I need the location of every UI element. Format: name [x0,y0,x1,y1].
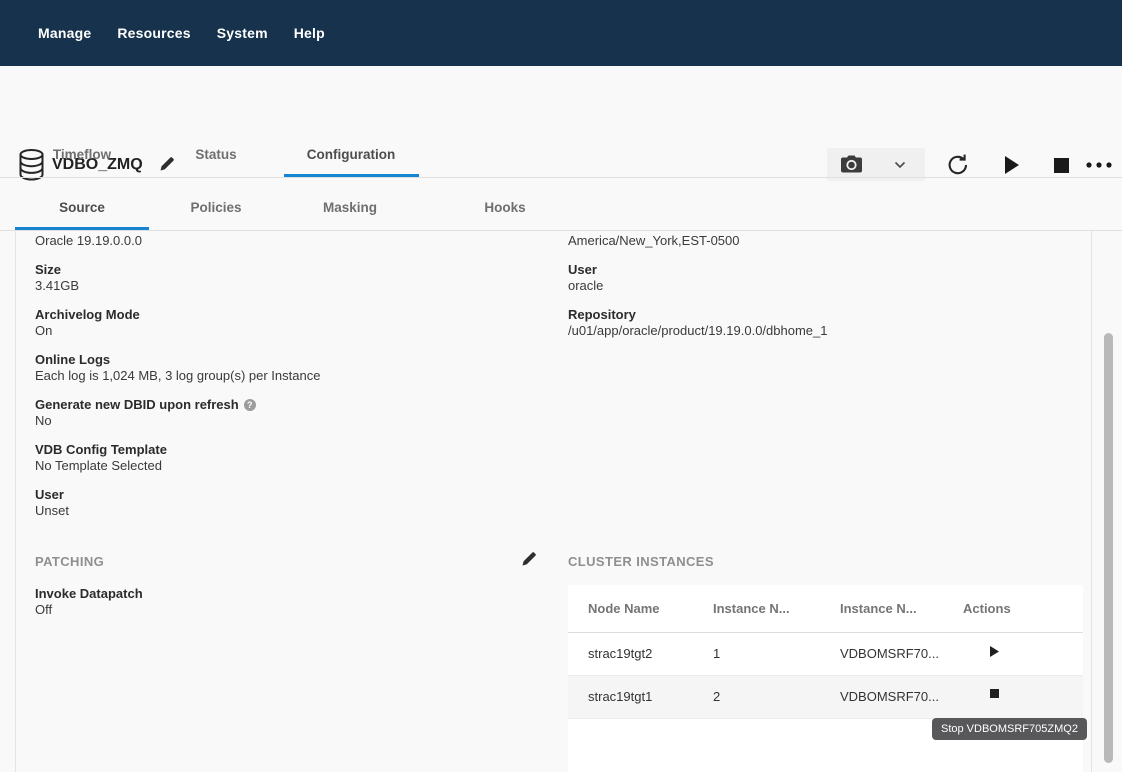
detail-value: Oracle 19.19.0.0.0 [35,233,545,249]
help-icon[interactable]: ? [244,399,256,411]
detail-value: No [35,413,545,429]
column-header-actions: Actions [963,601,1011,616]
tab-configuration[interactable]: Configuration [307,147,395,162]
nav-item-manage[interactable]: Manage [38,25,91,41]
main-tabs: Timeflow Status Configuration [0,135,1122,178]
cell-instance-number: 1 [713,646,720,661]
detail-value: No Template Selected [35,458,545,474]
detail-label: User [568,262,1088,278]
detail-field: VDB Config Template No Template Selected [35,442,545,474]
nav-item-help[interactable]: Help [294,25,325,41]
column-header-node-name: Node Name [588,601,660,616]
cell-instance-name: VDBOMSRF70... [840,689,939,704]
detail-label: Archivelog Mode [35,307,545,323]
cluster-instances-section-title: CLUSTER INSTANCES [568,554,714,569]
detail-field: Generate new DBID upon refresh? No [35,397,545,429]
detail-value: On [35,323,545,339]
source-config-panel: Oracle 19.19.0.0.0 Size 3.41GB Archivelo… [15,231,1092,772]
cell-instance-number: 2 [713,689,720,704]
detail-label: Online Logs [35,352,545,368]
subtab-policies[interactable]: Policies [190,200,241,215]
configuration-subtabs: Source Policies Masking Hooks [0,178,1122,231]
detail-value: Unset [35,503,545,519]
source-details-left-column: Oracle 19.19.0.0.0 Size 3.41GB Archivelo… [35,233,545,532]
detail-field: Archivelog Mode On [35,307,545,339]
detail-value: Off [35,602,143,618]
table-row: strac19tgt2 1 VDBOMSRF70... [568,633,1083,676]
vertical-scrollbar-thumb[interactable] [1104,333,1113,763]
detail-value: oracle [568,278,1088,294]
active-subtab-underline [15,227,149,230]
detail-field: Size 3.41GB [35,262,545,294]
detail-label: VDB Config Template [35,442,545,458]
detail-label: Invoke Datapatch [35,586,143,602]
stop-instance-icon[interactable] [990,689,999,698]
detail-label: User [35,487,545,503]
edit-patching-pencil-icon[interactable] [522,551,537,566]
cell-node-name: strac19tgt2 [588,646,652,661]
detail-field: User Unset [35,487,545,519]
detail-field: America/New_York,EST-0500 [568,233,1088,249]
title-bar: VDBO_ZMQ [0,66,1122,135]
detail-field: Repository /u01/app/oracle/product/19.19… [568,307,1088,339]
table-row: strac19tgt1 2 VDBOMSRF70... [568,676,1083,719]
subtab-source[interactable]: Source [59,200,105,215]
detail-field: Oracle 19.19.0.0.0 [35,233,545,249]
detail-value: America/New_York,EST-0500 [568,233,1088,249]
detail-value: Each log is 1,024 MB, 3 log group(s) per… [35,368,545,384]
detail-field: Invoke Datapatch Off [35,586,143,618]
column-header-instance-name: Instance N... [840,601,917,616]
active-tab-underline [284,174,419,177]
stop-instance-tooltip: Stop VDBOMSRF705ZMQ2 [932,718,1087,740]
detail-field: Online Logs Each log is 1,024 MB, 3 log … [35,352,545,384]
detail-field: User oracle [568,262,1088,294]
tab-timeflow[interactable]: Timeflow [53,147,111,162]
nav-item-resources[interactable]: Resources [117,25,190,41]
patching-section-title: PATCHING [35,554,104,569]
top-navbar: Manage Resources System Help [0,0,1122,66]
cell-instance-name: VDBOMSRF70... [840,646,939,661]
table-header-row: Node Name Instance N... Instance N... Ac… [568,585,1083,633]
nav-item-system[interactable]: System [217,25,268,41]
subtab-masking[interactable]: Masking [323,200,377,215]
column-header-instance-number: Instance N... [713,601,790,616]
start-instance-icon[interactable] [990,646,999,657]
detail-label: Size [35,262,545,278]
source-details-right-column: America/New_York,EST-0500 User oracle Re… [568,233,1088,352]
detail-label: Repository [568,307,1088,323]
detail-label: Generate new DBID upon refresh? [35,397,545,413]
detail-value: /u01/app/oracle/product/19.19.0.0/dbhome… [568,323,1088,339]
app-window: Manage Resources System Help VDBO_ZMQ [0,0,1122,772]
cluster-instances-table: Node Name Instance N... Instance N... Ac… [568,585,1083,772]
subtab-hooks[interactable]: Hooks [484,200,525,215]
detail-value: 3.41GB [35,278,545,294]
tab-status[interactable]: Status [195,147,236,162]
cell-node-name: strac19tgt1 [588,689,652,704]
